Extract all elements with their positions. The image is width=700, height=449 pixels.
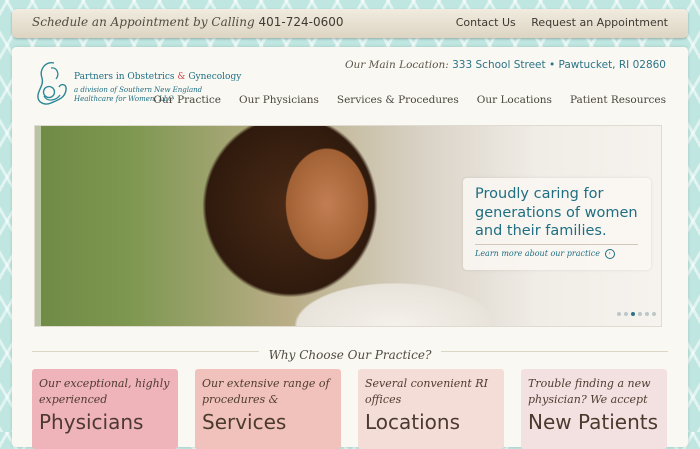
- top-links: Contact Us Request an Appointment: [444, 16, 668, 29]
- arrow-right-circle-icon[interactable]: ›: [604, 249, 615, 259]
- slide-dot-6[interactable]: [652, 312, 656, 316]
- feature-desc: Several convenient RI offices: [365, 377, 488, 406]
- learn-more-link[interactable]: Learn more about our practice ›: [475, 249, 615, 259]
- feature-locations[interactable]: Several convenient RI offices Locations: [358, 369, 504, 449]
- request-appointment-link[interactable]: Request an Appointment: [531, 16, 668, 29]
- hero-slideshow: Proudly caring for generations of women …: [34, 125, 662, 327]
- mother-child-logo-icon: [37, 62, 67, 105]
- feature-title: Locations: [365, 410, 461, 434]
- logo-title-ampersand: &: [177, 72, 186, 82]
- why-choose-text: Why Choose Our Practice?: [258, 348, 442, 362]
- schedule-label: Schedule an Appointment by Calling: [32, 15, 255, 29]
- schedule-appointment-text: Schedule an Appointment by Calling 401-7…: [32, 15, 344, 29]
- feature-physicians[interactable]: Our exceptional, highly experienced Phys…: [32, 369, 178, 449]
- nav-services-procedures[interactable]: Services & Procedures: [337, 94, 459, 106]
- feature-boxes: Our exceptional, highly experienced Phys…: [32, 369, 668, 449]
- feature-new-patients[interactable]: Trouble finding a new physician? We acce…: [521, 369, 667, 449]
- main-location-label: Our Main Location:: [344, 59, 449, 71]
- top-bar: Schedule an Appointment by Calling 401-7…: [12, 9, 688, 38]
- logo-title-part2: Gynecology: [188, 72, 242, 82]
- hero-headline: Proudly caring for generations of women …: [475, 186, 638, 239]
- slide-dots: [617, 312, 656, 316]
- feature-title: Services: [202, 410, 287, 434]
- slide-dot-4[interactable]: [638, 312, 642, 316]
- nav-our-physicians[interactable]: Our Physicians: [239, 94, 319, 106]
- nav-our-locations[interactable]: Our Locations: [477, 94, 552, 106]
- hero-caption: Proudly caring for generations of women …: [463, 178, 651, 270]
- nav-patient-resources[interactable]: Patient Resources: [570, 94, 666, 106]
- hero-edge: [35, 126, 41, 326]
- learn-more-label[interactable]: Learn more about our practice: [475, 249, 600, 258]
- main-nav: Our Practice Our Physicians Services & P…: [153, 94, 666, 106]
- why-choose-heading: Why Choose Our Practice?: [12, 344, 688, 363]
- feature-desc: Our exceptional, highly experienced: [39, 377, 170, 406]
- feature-desc: Trouble finding a new physician? We acce…: [528, 377, 651, 406]
- main-location-address[interactable]: 333 School Street • Pawtucket, RI 02860: [452, 59, 666, 71]
- feature-desc: Our extensive range of procedures &: [202, 377, 330, 406]
- phone-number[interactable]: 401-724-0600: [258, 15, 343, 29]
- main-card: Partners in Obstetrics & Gynecology a di…: [12, 47, 688, 449]
- logo-title: Partners in Obstetrics & Gynecology: [74, 72, 241, 82]
- logo-title-part1: Partners in Obstetrics: [74, 72, 175, 82]
- slide-dot-5[interactable]: [645, 312, 649, 316]
- slide-dot-2[interactable]: [624, 312, 628, 316]
- hero-divider: [475, 244, 638, 245]
- feature-title: Physicians: [39, 410, 144, 434]
- slide-dot-3[interactable]: [631, 312, 635, 316]
- nav-our-practice[interactable]: Our Practice: [153, 94, 221, 106]
- feature-title: New Patients: [528, 410, 659, 434]
- main-location: Our Main Location: 333 School Street • P…: [345, 59, 666, 71]
- contact-us-link[interactable]: Contact Us: [456, 16, 516, 29]
- slide-dot-1[interactable]: [617, 312, 621, 316]
- page: { "topbar": { "schedule_text": "Schedule…: [0, 0, 700, 449]
- feature-services[interactable]: Our extensive range of procedures & Serv…: [195, 369, 341, 449]
